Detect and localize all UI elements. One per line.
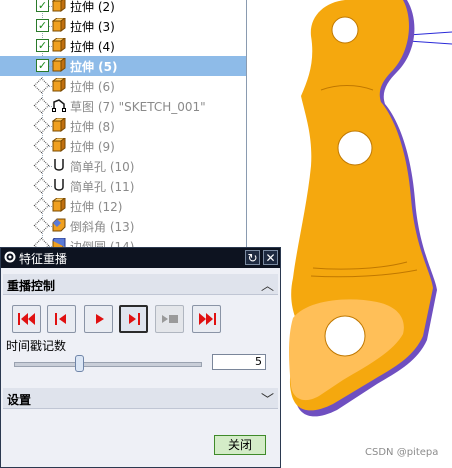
time-stamp-slider-track[interactable] — [14, 362, 202, 367]
tree-item-label: 简单孔 (11) — [70, 180, 135, 194]
next-step-icon — [129, 313, 140, 325]
close-button[interactable]: 关闭 — [214, 435, 266, 455]
tree-item-label: 拉伸 (8) — [70, 120, 115, 134]
rewind-to-start-button[interactable] — [12, 305, 41, 333]
suppressed-node-icon[interactable] — [33, 217, 50, 234]
step-forward-button[interactable] — [119, 305, 148, 333]
replay-control-section-header[interactable]: 重播控制 ︿ — [3, 274, 278, 295]
play-icon — [96, 314, 104, 324]
time-stamp-slider-thumb[interactable] — [75, 355, 85, 372]
extrude-icon — [52, 58, 66, 72]
suppressed-node-icon[interactable] — [33, 177, 50, 194]
tree-item-label: 拉伸 (9) — [70, 140, 115, 154]
suppressed-node-icon[interactable] — [33, 137, 50, 154]
time-stamp-label: 时间戳记数 — [6, 339, 67, 353]
tree-item[interactable]: 草图 (7) "SKETCH_001" — [0, 96, 246, 116]
fast-forward-to-end-button[interactable] — [192, 305, 221, 333]
previous-icon — [55, 313, 66, 325]
reset-button[interactable]: ↻ — [245, 250, 260, 265]
tree-item[interactable]: 倒斜角 (13) — [0, 216, 246, 236]
extrude-icon — [52, 78, 66, 92]
replay-feature-button[interactable] — [155, 305, 184, 333]
extrude-icon — [52, 198, 66, 212]
replay-control-label: 重播控制 — [7, 279, 56, 293]
chevron-down-icon: ﹀ — [260, 393, 274, 408]
tree-item-label: 拉伸 (4) — [70, 40, 115, 54]
dialog-title: 特征重播 — [19, 252, 68, 266]
hole-icon — [54, 179, 64, 191]
time-stamp-input[interactable]: 5 — [212, 354, 266, 370]
suppressed-node-icon[interactable] — [33, 117, 50, 134]
extrude-icon — [52, 118, 66, 132]
suppressed-node-icon[interactable] — [33, 197, 50, 214]
first-icon — [18, 313, 35, 325]
tree-item[interactable]: 简单孔 (10) — [0, 156, 246, 176]
extrude-icon — [52, 18, 66, 32]
suppressed-node-icon[interactable] — [33, 77, 50, 94]
replay-feature-icon — [162, 315, 178, 323]
last-icon — [199, 313, 216, 325]
tree-item[interactable]: ✓ 拉伸 (4) — [0, 36, 246, 56]
dialog-title-bar[interactable]: 特征重播 ↻ ✕ — [1, 248, 280, 268]
tree-item[interactable]: 拉伸 (12) — [0, 196, 246, 216]
tree-item-label: 简单孔 (10) — [70, 160, 135, 174]
chevron-up-icon: ︿ — [260, 279, 274, 294]
settings-label: 设置 — [7, 393, 32, 407]
tree-item[interactable]: 拉伸 (6) — [0, 76, 246, 96]
tree-item-label: 拉伸 (12) — [70, 200, 123, 214]
tree-item-label: 拉伸 (5) — [70, 60, 118, 74]
play-button[interactable] — [84, 305, 113, 333]
hole-icon — [54, 159, 64, 171]
watermark: CSDN @pitepa — [365, 447, 439, 458]
checkbox-checked-icon[interactable]: ✓ — [36, 0, 49, 12]
tree-item-label: 拉伸 (3) — [70, 20, 115, 34]
close-window-button[interactable]: ✕ — [263, 250, 278, 265]
tree-item-label: 拉伸 (2) — [70, 0, 115, 14]
settings-section-header[interactable]: 设置 ﹀ — [3, 388, 278, 409]
top-hole — [331, 16, 359, 44]
tree-item-label: 拉伸 (6) — [70, 80, 115, 94]
tree-item[interactable]: 简单孔 (11) — [0, 176, 246, 196]
tree-item-label: 草图 (7) "SKETCH_001" — [70, 100, 206, 114]
checkbox-checked-icon[interactable]: ✓ — [36, 39, 49, 52]
close-icon: ✕ — [265, 251, 276, 265]
tree-item[interactable]: 拉伸 (8) — [0, 116, 246, 136]
middle-hole — [337, 130, 373, 166]
chamfer-icon — [52, 218, 66, 232]
sketch-icon — [52, 99, 66, 112]
tree-item[interactable]: ✓ 拉伸 (2) — [0, 0, 246, 16]
extrude-icon — [52, 38, 66, 52]
bottom-hole — [324, 315, 366, 357]
part-navigator-tree: ✓ 拉伸 (2) ✓ 拉伸 (3) ✓ 拉伸 (4) ✓ 拉伸 (5) 拉伸 (6) 草图 (7)… — [0, 0, 247, 250]
tree-item[interactable]: ✓ 拉伸 (5) — [0, 56, 246, 76]
tree-item[interactable]: ✓ 拉伸 (3) — [0, 16, 246, 36]
reset-icon: ↻ — [247, 251, 258, 265]
suppressed-node-icon[interactable] — [33, 97, 50, 114]
extrude-icon — [52, 0, 66, 12]
extrude-icon — [52, 138, 66, 152]
checkbox-checked-icon[interactable]: ✓ — [36, 19, 49, 32]
gear-icon — [4, 251, 16, 263]
step-back-button[interactable] — [47, 305, 76, 333]
tree-item[interactable]: 拉伸 (9) — [0, 136, 246, 156]
checkbox-checked-icon[interactable]: ✓ — [36, 59, 49, 72]
tree-item-label: 倒斜角 (13) — [70, 220, 135, 234]
suppressed-node-icon[interactable] — [33, 157, 50, 174]
